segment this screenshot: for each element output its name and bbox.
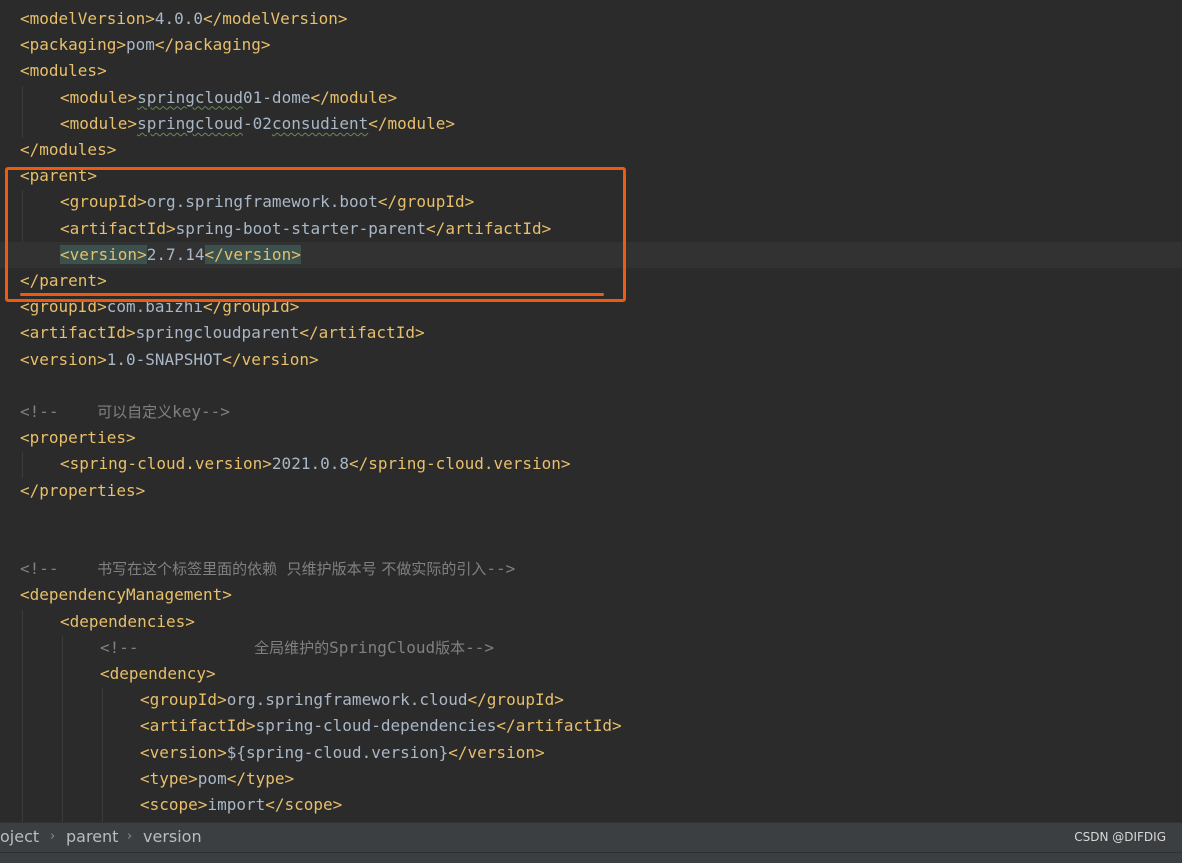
- watermark: CSDN @DIFDIG: [1074, 830, 1166, 844]
- xml-tag: <dependencyManagement>: [20, 585, 232, 605]
- code-comment-text: 全局维护的: [254, 638, 330, 657]
- code-line[interactable]: <dependencies>: [0, 609, 195, 635]
- xml-tag: </scope>: [265, 795, 343, 814]
- chevron-right-icon: ›: [127, 829, 133, 844]
- code-line[interactable]: <type>pom</type>: [0, 766, 294, 792]
- code-line[interactable]: [0, 530, 20, 556]
- code-comment-text: 可以自定义: [97, 403, 173, 421]
- xml-tag: </module>: [368, 113, 455, 133]
- xml-tag: <properties>: [20, 428, 136, 448]
- code-text: 4.0.0: [154, 9, 204, 28]
- xml-tag: <modelVersion>: [20, 9, 155, 28]
- code-line[interactable]: </properties>: [0, 478, 145, 504]
- code-text: import: [207, 795, 266, 814]
- xml-tag: <packaging>: [20, 35, 126, 55]
- code-line[interactable]: <dependency>: [0, 661, 216, 687]
- breadcrumb: oject › parent › version CSDN @DIFDIG: [0, 822, 1182, 852]
- xml-tag: <scope>: [140, 795, 208, 814]
- code-text: 01-dome: [243, 87, 311, 107]
- code-line[interactable]: <!-- 书写在这个标签里面的依赖 只维护版本号 不做实际的引入-->: [0, 556, 515, 582]
- spell-warning-text: springcloud: [137, 87, 244, 107]
- code-text: -02: [243, 113, 272, 133]
- code-text: 1.0-SNAPSHOT: [106, 349, 223, 369]
- xml-tag: </modules>: [20, 140, 117, 159]
- code-comment: -->: [465, 637, 495, 657]
- code-line[interactable]: <groupId>org.springframework.cloud</grou…: [0, 687, 564, 713]
- code-line[interactable]: <packaging>pom</packaging>: [0, 32, 270, 58]
- code-line[interactable]: <module>springcloud-02consudient</module…: [0, 111, 455, 137]
- code-text: spring-cloud-dependencies: [255, 716, 497, 736]
- code-line[interactable]: <artifactId>springcloudparent</artifactI…: [0, 320, 425, 346]
- code-comment: 可以自定义: [97, 402, 172, 421]
- xml-tag: </version>: [222, 349, 319, 369]
- code-comment-text: 版本: [435, 638, 466, 657]
- code-comment: SpringCloud: [329, 637, 436, 657]
- code-editor[interactable]: <modelVersion>4.0.0</modelVersion> <packa…: [0, 0, 1182, 822]
- xml-tag: <module>: [60, 87, 138, 107]
- breadcrumb-item-version[interactable]: version: [143, 823, 202, 851]
- xml-tag: </artifactId>: [299, 323, 425, 343]
- xml-tag: </spring-cloud.version>: [348, 454, 571, 474]
- code-line[interactable]: <properties>: [0, 425, 136, 451]
- annotation-rectangle: [5, 167, 626, 302]
- code-line[interactable]: <dependencyManagement>: [0, 582, 232, 608]
- code-comment: -->: [486, 559, 516, 579]
- code-text: pom: [197, 768, 227, 788]
- code-comment-text: 书写在这个标签里面的依赖 只维护版本号 不做实际的引入: [97, 560, 487, 579]
- code-line[interactable]: <!-- 全局维护的SpringCloud版本-->: [0, 635, 494, 661]
- code-comment: key-->: [172, 402, 230, 421]
- code-text: ${spring-cloud.version}: [226, 742, 449, 762]
- code-text: pom: [125, 35, 155, 55]
- code-line[interactable]: <artifactId>spring-cloud-dependencies</a…: [0, 713, 622, 739]
- xml-tag: </groupId>: [467, 690, 564, 710]
- code-line[interactable]: [0, 504, 20, 530]
- code-text: 2021.0.8: [271, 454, 349, 474]
- spell-warning-text: consudient: [271, 113, 369, 133]
- code-line[interactable]: <modules>: [0, 58, 107, 84]
- code-comment: 版本: [435, 638, 465, 657]
- code-text: org.springframework.cloud: [226, 690, 468, 710]
- code-comment: 全局维护的: [254, 638, 329, 657]
- code-line[interactable]: </modules>: [0, 137, 116, 163]
- code-line[interactable]: <scope>import</scope>: [0, 792, 342, 818]
- code-line[interactable]: <spring-cloud.version>2021.0.8</spring-c…: [0, 451, 571, 477]
- code-line[interactable]: <!-- 可以自定义key-->: [0, 399, 230, 425]
- xml-tag: <artifactId>: [20, 323, 136, 343]
- xml-tag: <version>: [20, 349, 107, 369]
- spell-warning-text: springcloud: [137, 113, 244, 133]
- code-line[interactable]: [0, 373, 20, 399]
- xml-tag: </packaging>: [154, 35, 271, 55]
- xml-tag: </version>: [448, 742, 545, 762]
- xml-tag: <dependency>: [100, 664, 216, 683]
- xml-tag: <spring-cloud.version>: [60, 454, 272, 474]
- status-bar: [0, 852, 1182, 863]
- code-line[interactable]: <modelVersion>4.0.0</modelVersion>: [0, 6, 348, 32]
- xml-tag: </artifactId>: [496, 716, 622, 736]
- xml-tag: <version>: [140, 742, 227, 762]
- code-comment: 书写在这个标签里面的依赖 只维护版本号 不做实际的引入: [97, 559, 486, 578]
- breadcrumb-item-parent[interactable]: parent: [66, 823, 118, 851]
- xml-tag: </modelVersion>: [203, 9, 348, 28]
- code-comment: <!--: [100, 637, 255, 657]
- xml-tag: <dependencies>: [60, 611, 195, 631]
- xml-tag: <groupId>: [140, 690, 227, 710]
- code-comment: <!--: [20, 559, 98, 579]
- code-line[interactable]: <module>springcloud01-dome</module>: [0, 85, 397, 111]
- annotation-underline: [20, 293, 604, 296]
- xml-tag: <artifactId>: [140, 716, 256, 736]
- breadcrumb-item-project[interactable]: oject: [0, 823, 39, 851]
- xml-tag: </properties>: [20, 480, 146, 500]
- xml-tag: <type>: [140, 768, 198, 788]
- code-line[interactable]: <version>1.0-SNAPSHOT</version>: [0, 347, 319, 373]
- xml-tag: <module>: [60, 113, 138, 133]
- code-comment: <!--: [20, 402, 98, 421]
- code-line[interactable]: <version>${spring-cloud.version}</versio…: [0, 740, 545, 766]
- xml-tag: </module>: [310, 87, 398, 107]
- xml-tag: </type>: [226, 768, 295, 788]
- chevron-right-icon: ›: [50, 829, 56, 844]
- xml-tag: <modules>: [20, 61, 107, 81]
- code-text: springcloudparent: [135, 323, 300, 343]
